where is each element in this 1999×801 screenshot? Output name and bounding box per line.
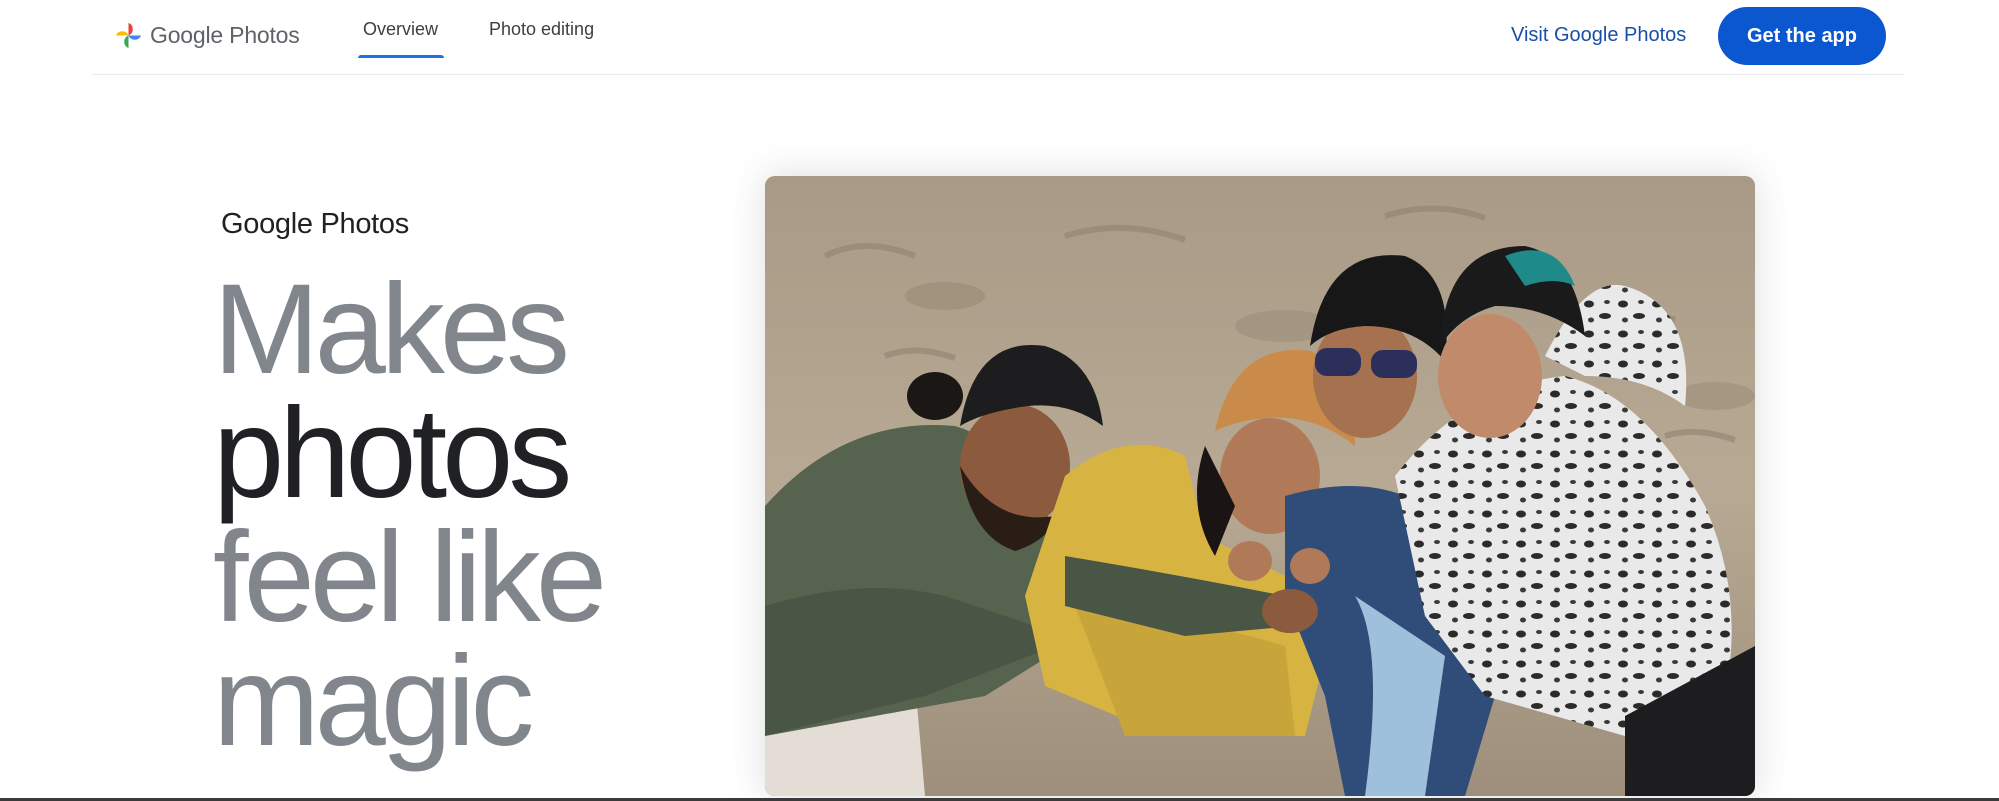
logo-brand-text: Google — [150, 21, 223, 48]
tab-overview[interactable]: Overview — [363, 0, 438, 59]
active-tab-indicator — [358, 55, 444, 58]
headline-line-1: Makes — [213, 258, 570, 401]
headline-line-2: photos — [213, 382, 572, 525]
google-photos-logo[interactable]: Google Photos — [114, 20, 300, 50]
page: Google Photos Overview Photo editing Vis… — [0, 0, 1999, 801]
logo-product-text: Photos — [229, 21, 300, 48]
headline-line-4: magic — [213, 630, 534, 773]
hero-product-wordmark: Google Photos — [221, 208, 409, 240]
group-hug-on-beach-photo — [765, 176, 1755, 796]
hero-headline: Makes photos feel like magic — [213, 258, 733, 773]
google-photos-pinwheel-icon — [115, 22, 142, 48]
hero-photo-illustration — [765, 176, 1755, 796]
get-the-app-button[interactable]: Get the app — [1718, 7, 1886, 65]
top-navigation-bar: Google Photos Overview Photo editing Vis… — [92, 0, 1905, 75]
tab-photo-editing[interactable]: Photo editing — [489, 0, 594, 59]
visit-google-photos-link[interactable]: Visit Google Photos — [1511, 0, 1686, 70]
logo-wordmark: Google Photos — [150, 22, 300, 49]
headline-line-3: feel like — [213, 506, 607, 649]
